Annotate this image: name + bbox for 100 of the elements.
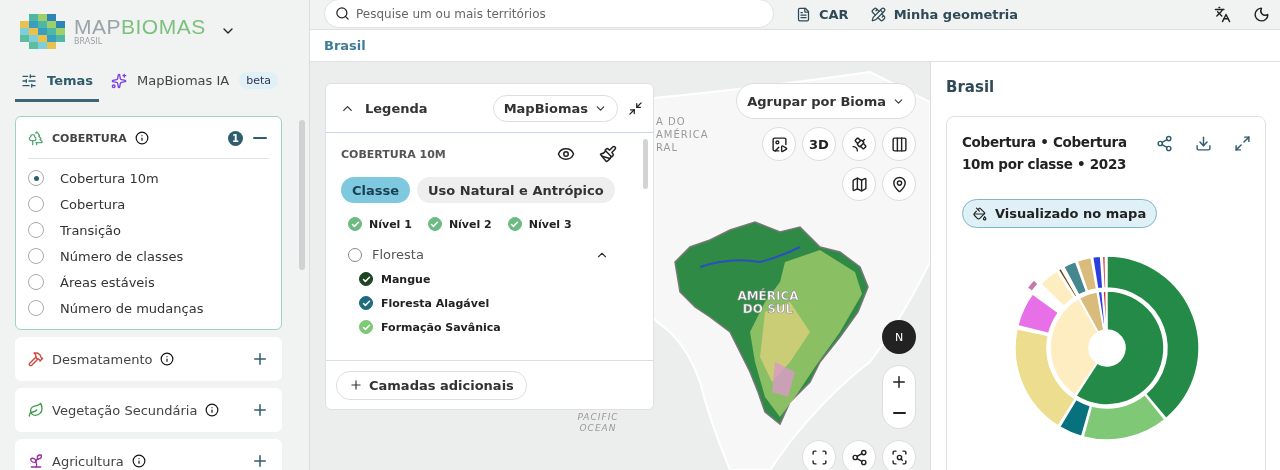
theme-title[interactable]: COBERTURA bbox=[52, 131, 127, 145]
section-title: COBERTURA 10M bbox=[341, 147, 447, 161]
sunburst-slice[interactable] bbox=[1100, 255, 1107, 289]
sunburst-slice[interactable] bbox=[1025, 279, 1039, 293]
paintbrush-button[interactable] bbox=[599, 145, 617, 163]
compass-button[interactable]: N bbox=[882, 320, 916, 354]
expand-icon[interactable] bbox=[251, 350, 269, 368]
info-icon[interactable] bbox=[134, 131, 149, 145]
mode-chip[interactable]: Uso Natural e Antrópico bbox=[417, 177, 615, 203]
option-label: Áreas estáveis bbox=[60, 274, 155, 290]
sunburst-slice[interactable] bbox=[1091, 255, 1104, 290]
translate-icon[interactable] bbox=[1214, 6, 1231, 23]
sidebar-tab[interactable]: Temas bbox=[15, 64, 99, 102]
expand-button[interactable] bbox=[1234, 135, 1251, 152]
toolbar-link[interactable]: CAR bbox=[796, 7, 849, 22]
expand-icon[interactable] bbox=[251, 401, 269, 419]
eye-icon bbox=[557, 145, 575, 163]
theme-title[interactable]: Vegetação Secundária bbox=[52, 402, 198, 418]
class-group-label: Floresta bbox=[372, 247, 425, 262]
info-icon[interactable] bbox=[160, 352, 175, 366]
sunburst-slice[interactable] bbox=[1057, 267, 1078, 298]
zoom-search-button[interactable] bbox=[882, 440, 916, 470]
class-label: Mangue bbox=[381, 272, 431, 286]
level-checkbox[interactable] bbox=[348, 217, 362, 231]
expand-icon bbox=[1234, 135, 1251, 152]
group-by-dropdown[interactable]: Agrupar por Bioma bbox=[736, 83, 916, 119]
scrollbar[interactable] bbox=[299, 120, 305, 270]
sunburst-slice[interactable] bbox=[1081, 393, 1166, 441]
layer-option[interactable]: Número de classes bbox=[28, 243, 269, 269]
class-checkbox[interactable] bbox=[359, 296, 373, 310]
option-label: Cobertura bbox=[60, 196, 126, 212]
share-button[interactable] bbox=[842, 440, 876, 470]
map-label: PACIFIC OCEAN bbox=[577, 412, 619, 433]
search-field[interactable]: Pesquise um ou mais territórios bbox=[324, 0, 774, 28]
paint-bucket-icon bbox=[973, 206, 987, 221]
option-label: Número de classes bbox=[60, 248, 184, 264]
count-badge: 1 bbox=[228, 130, 243, 146]
sunburst-slice[interactable] bbox=[1078, 291, 1105, 333]
share-icon bbox=[1156, 135, 1173, 152]
paintbrush-icon bbox=[599, 145, 617, 163]
chip-label: Visualizado no mapa bbox=[995, 206, 1147, 221]
layer-option[interactable]: Número de mudanças bbox=[28, 295, 269, 321]
layer-option[interactable]: Cobertura 10m bbox=[28, 165, 269, 191]
level-checkbox[interactable] bbox=[507, 217, 522, 231]
download-icon bbox=[1195, 135, 1212, 152]
option-label: Número de mudanças bbox=[60, 300, 204, 316]
sliders-icon bbox=[21, 72, 37, 89]
share-button[interactable] bbox=[1156, 135, 1173, 152]
chart-title: Cobertura • Cobertura 10m por classe • 2023 bbox=[962, 133, 1128, 174]
sunburst-slice[interactable] bbox=[1062, 260, 1087, 296]
sunburst-slice[interactable] bbox=[1105, 255, 1200, 420]
sunburst-slice[interactable] bbox=[1101, 290, 1107, 331]
class-checkbox[interactable] bbox=[348, 247, 362, 262]
class-label: Formação Savânica bbox=[381, 320, 501, 334]
sunburst-slice[interactable] bbox=[1013, 328, 1076, 427]
scan-search-icon bbox=[890, 448, 908, 466]
mode-chip[interactable]: Classe bbox=[341, 177, 411, 203]
expand-icon[interactable] bbox=[251, 452, 269, 470]
beta-badge: beta bbox=[239, 72, 278, 89]
class-label: Floresta Alagável bbox=[381, 296, 490, 310]
scrollbar[interactable] bbox=[643, 139, 648, 189]
panel-title: Brasil bbox=[946, 78, 996, 96]
layer-option[interactable]: Transição bbox=[28, 217, 269, 243]
theme-title[interactable]: Desmatamento bbox=[52, 351, 153, 367]
fullscreen-icon bbox=[810, 448, 828, 466]
map-label: AMÉRICA DO SUL bbox=[737, 289, 799, 316]
pencil-ruler-icon bbox=[870, 7, 886, 22]
option-label: Cobertura 10m bbox=[60, 170, 159, 186]
sunburst-slice[interactable] bbox=[1075, 256, 1097, 292]
dark-mode-icon[interactable] bbox=[1253, 6, 1270, 23]
plus-icon bbox=[349, 378, 363, 392]
layer-option[interactable]: Cobertura bbox=[28, 191, 269, 217]
level-checkbox[interactable] bbox=[427, 217, 442, 231]
info-icon[interactable] bbox=[205, 403, 220, 417]
map-label: RAL bbox=[656, 142, 678, 153]
option-label: Transição bbox=[60, 222, 122, 238]
sunburst-slice[interactable] bbox=[1039, 270, 1075, 308]
breadcrumb-link[interactable]: Brasil bbox=[324, 38, 366, 53]
map-label: A DO bbox=[656, 116, 686, 127]
sunburst-slice[interactable] bbox=[1058, 398, 1091, 438]
class-checkbox[interactable] bbox=[359, 320, 373, 334]
source-dropdown[interactable]: MapBiomas bbox=[492, 94, 618, 122]
minimize-icon bbox=[628, 100, 643, 116]
sunburst-slice[interactable] bbox=[1074, 290, 1165, 406]
satellite-icon bbox=[850, 135, 868, 153]
fullscreen-button[interactable] bbox=[802, 440, 836, 470]
mosaic-logo-icon bbox=[19, 13, 66, 49]
add-layers-button[interactable]: Camadas adicionais bbox=[336, 370, 527, 400]
layer-option[interactable]: Áreas estáveis bbox=[28, 269, 269, 295]
theme-title[interactable]: Agricultura bbox=[52, 453, 124, 469]
map-pin-icon bbox=[890, 175, 908, 193]
visibility-button[interactable] bbox=[557, 145, 575, 163]
class-checkbox[interactable] bbox=[359, 272, 373, 286]
sidebar-tab[interactable]: MapBiomas IA beta bbox=[105, 64, 284, 102]
info-icon[interactable] bbox=[131, 454, 146, 468]
sparkles-icon bbox=[111, 72, 127, 89]
download-button[interactable] bbox=[1195, 135, 1212, 152]
minimize-button[interactable] bbox=[628, 100, 643, 116]
map-icon bbox=[850, 175, 868, 193]
toolbar-link[interactable]: Minha geometria bbox=[870, 7, 1019, 22]
